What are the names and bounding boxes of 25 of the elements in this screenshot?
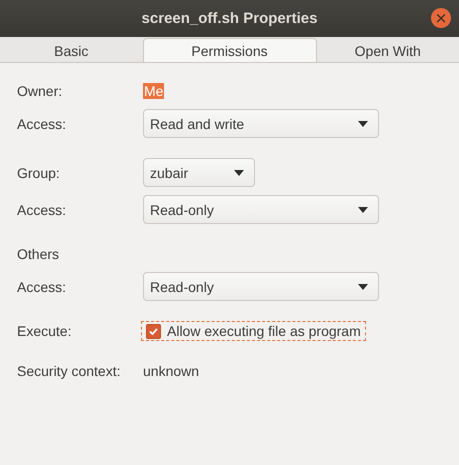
tab[interactable]: Open With [316, 38, 459, 62]
dropdown[interactable]: Read-only [143, 195, 379, 224]
tab[interactable]: Permissions [142, 38, 316, 62]
checkbox-icon [146, 324, 161, 338]
section-heading: Others [17, 246, 60, 262]
field-label: Access: [17, 278, 68, 294]
field-label: Security context: [17, 363, 122, 379]
field-value: unknown [143, 363, 200, 379]
dropdown-arrow-icon [234, 170, 244, 176]
field-label: Access: [17, 202, 68, 218]
tab[interactable]: Basic [0, 38, 142, 62]
dropdown-arrow-icon [358, 206, 368, 212]
close-button[interactable]: × [431, 8, 451, 28]
dropdown[interactable]: zubair [143, 158, 255, 187]
field-label: Owner: [17, 83, 64, 99]
dropdown[interactable]: Read-only [143, 272, 379, 301]
dropdown-arrow-icon [358, 120, 368, 126]
field-label: Access: [17, 116, 68, 132]
dropdown[interactable]: Read and write [143, 109, 379, 138]
dropdown-arrow-icon [358, 284, 368, 290]
field-label: Group: [17, 164, 61, 180]
checkbox[interactable]: Allow executing file as program [141, 321, 366, 341]
field-label: Execute: [17, 323, 72, 339]
window-title: screen_off.sh Properties [142, 10, 318, 27]
field-value: Me [143, 83, 164, 99]
